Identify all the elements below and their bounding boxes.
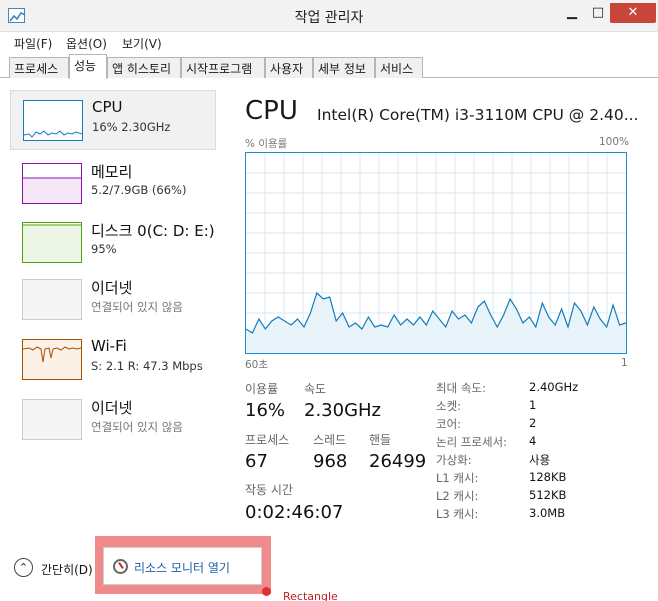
resource-item-ethernet-2[interactable]: 이더넷 연결되어 있지 않음 <box>10 390 216 450</box>
spec-value: 128KB <box>529 470 567 484</box>
processes-value: 67 <box>245 451 268 472</box>
resource-subtitle: 95% <box>91 242 117 256</box>
graph-x-start-label: 60초 <box>245 359 269 371</box>
processes-label: 프로세스 <box>245 433 290 447</box>
memory-thumbnail-graph <box>22 163 82 204</box>
spec-value: 사용 <box>529 453 551 467</box>
resource-item-ethernet-1[interactable]: 이더넷 연결되어 있지 않음 <box>10 270 216 330</box>
fewer-details-button[interactable]: 간단히(D) <box>41 561 93 578</box>
resource-subtitle: S: 2.1 R: 47.3 Mbps <box>91 359 203 373</box>
spec-label: L2 캐시: <box>436 489 479 503</box>
graph-y-label: % 이용률 <box>245 138 288 150</box>
spec-value: 2 <box>529 416 537 430</box>
resource-subtitle: 연결되어 있지 않음 <box>91 420 183 434</box>
collapse-chevron-icon[interactable]: ⌃ <box>14 558 33 577</box>
spec-label: 가상화: <box>436 453 472 467</box>
minimize-button[interactable]: ▁ <box>559 3 585 23</box>
title-bar: 작업 관리자 ▁ □ ✕ <box>0 0 658 32</box>
tab-startup[interactable]: 시작프로그램 <box>181 57 265 78</box>
graph-x-end-label: 1 <box>621 357 628 369</box>
open-resource-monitor-link[interactable]: 리소스 모니터 열기 <box>134 559 230 576</box>
resource-item-wifi[interactable]: Wi-Fi S: 2.1 R: 47.3 Mbps <box>10 330 216 390</box>
threads-value: 968 <box>313 451 348 472</box>
resource-title: CPU <box>92 98 123 116</box>
menu-view[interactable]: 보기(V) <box>122 35 162 52</box>
spec-label: L3 캐시: <box>436 507 479 521</box>
resource-item-cpu[interactable]: CPU 16% 2.30GHz <box>10 90 216 150</box>
resource-item-disk[interactable]: 디스크 0(C: D: E:) 95% <box>10 213 216 273</box>
resource-list: CPU 16% 2.30GHz 메모리 5.2/7.9GB (66%) 디스크 … <box>8 84 218 554</box>
tab-users[interactable]: 사용자 <box>265 57 313 78</box>
cpu-utilization-graph <box>245 152 627 354</box>
annotation-handle-dot <box>262 587 271 596</box>
ethernet-thumbnail-graph <box>22 399 82 440</box>
spec-label: 코어: <box>436 417 462 431</box>
resource-monitor-link-box: 리소스 모니터 열기 <box>103 547 262 585</box>
handles-label: 핸들 <box>369 433 392 447</box>
resource-title: Wi-Fi <box>91 337 127 355</box>
close-button[interactable]: ✕ <box>610 3 656 23</box>
resource-subtitle: 5.2/7.9GB (66%) <box>91 183 187 197</box>
tab-services[interactable]: 서비스 <box>375 57 423 78</box>
utilization-label: 이용률 <box>245 382 279 396</box>
uptime-value: 0:02:46:07 <box>245 502 344 523</box>
resource-title: 디스크 0(C: D: E:) <box>91 222 215 240</box>
utilization-value: 16% <box>245 400 286 421</box>
resource-item-memory[interactable]: 메모리 5.2/7.9GB (66%) <box>10 154 216 214</box>
resource-title: 이더넷 <box>91 399 133 417</box>
spec-label: L1 캐시: <box>436 471 479 485</box>
cpu-graph-canvas <box>246 153 626 353</box>
handles-value: 26499 <box>369 451 427 472</box>
menu-options[interactable]: 옵션(O) <box>66 35 107 52</box>
resource-subtitle: 연결되어 있지 않음 <box>91 300 183 314</box>
spec-label: 소켓: <box>436 399 462 413</box>
spec-value: 3.0MB <box>529 506 566 520</box>
resource-monitor-icon <box>113 559 128 574</box>
speed-label: 속도 <box>304 382 327 396</box>
annotation-label: Rectangle <box>283 590 338 601</box>
wifi-thumbnail-graph <box>22 339 82 380</box>
menu-bar: 파일(F) 옵션(O) 보기(V) <box>0 32 658 54</box>
panel-title: CPU <box>245 96 298 126</box>
cpu-model-name: Intel(R) Core(TM) i3-3110M CPU @ 2.40... <box>317 106 639 124</box>
resource-subtitle: 16% 2.30GHz <box>92 120 171 134</box>
resource-title: 메모리 <box>91 163 133 181</box>
tab-bar: 프로세스 성능 앱 히스토리 시작프로그램 사용자 세부 정보 서비스 <box>0 54 658 79</box>
cpu-thumbnail-graph <box>23 100 83 141</box>
resource-title: 이더넷 <box>91 279 133 297</box>
spec-label: 최대 속도: <box>436 381 486 395</box>
spec-value: 512KB <box>529 488 567 502</box>
tab-app-history[interactable]: 앱 히스토리 <box>107 57 181 78</box>
spec-value: 4 <box>529 434 537 448</box>
tab-performance[interactable]: 성능 <box>69 54 107 79</box>
menu-file[interactable]: 파일(F) <box>14 35 52 52</box>
spec-value: 1 <box>529 398 537 412</box>
maximize-button[interactable]: □ <box>585 3 611 23</box>
threads-label: 스레드 <box>313 433 347 447</box>
ethernet-thumbnail-graph <box>22 279 82 320</box>
spec-label: 논리 프로세서: <box>436 435 508 449</box>
speed-value: 2.30GHz <box>304 400 382 421</box>
disk-thumbnail-graph <box>22 222 82 263</box>
spec-value: 2.40GHz <box>529 380 579 394</box>
graph-y-max-label: 100% <box>599 136 630 148</box>
tab-processes[interactable]: 프로세스 <box>9 57 69 78</box>
tab-details[interactable]: 세부 정보 <box>313 57 375 78</box>
uptime-label: 작동 시간 <box>245 483 293 497</box>
